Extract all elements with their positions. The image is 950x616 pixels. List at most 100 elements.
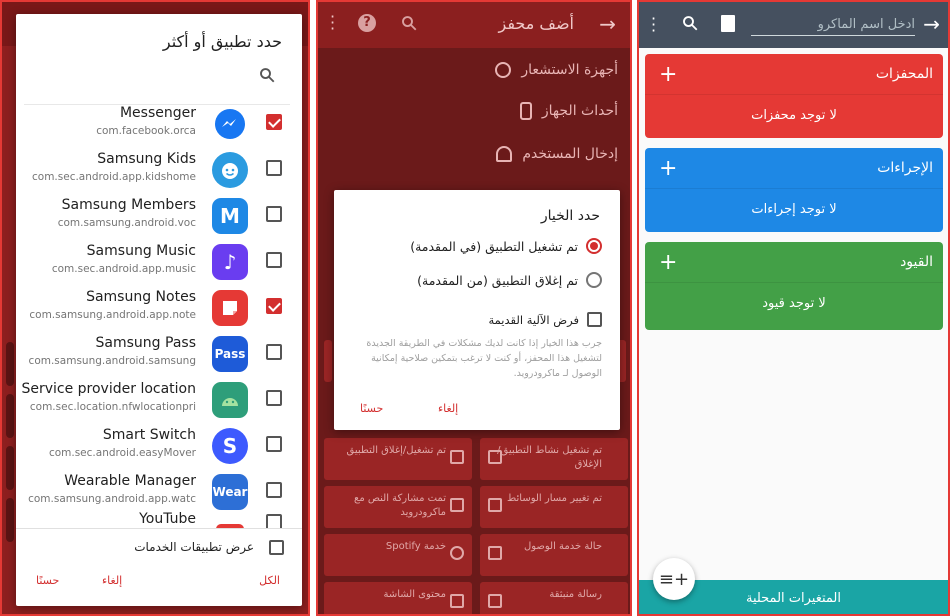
search-icon[interactable]: [400, 14, 418, 32]
back-arrow-icon[interactable]: →: [923, 12, 940, 36]
app-row[interactable]: Samsung Kids com.sec.android.app.kidshom…: [16, 148, 302, 194]
constraints-card[interactable]: القيود + لا توجد قيود: [645, 242, 943, 330]
app-checkbox[interactable]: [266, 436, 282, 452]
tile-label: خدمة Spotify: [385, 541, 446, 552]
trigger-tile[interactable]: تمت مشاركة النص مع ماكرودرويد: [324, 486, 472, 528]
select-option-dialog: حدد الخيار تم تشغيل التطبيق (في المقدمة)…: [334, 190, 620, 430]
app-name: Samsung Kids: [97, 151, 196, 167]
app-checkbox[interactable]: [266, 114, 282, 130]
trigger-tile[interactable]: رسالة منبثقة: [480, 582, 628, 614]
wear-icon: Wear: [212, 474, 248, 510]
toolbar: ··· →: [639, 2, 948, 48]
search-icon[interactable]: [681, 14, 699, 32]
category-sensors[interactable]: أجهزة الاستشعار: [495, 62, 618, 78]
add-action-icon[interactable]: +: [659, 156, 677, 181]
background-tile: [6, 498, 14, 542]
spotify-icon: [450, 546, 464, 560]
radio-selected[interactable]: [586, 238, 602, 254]
compass-icon: [495, 62, 512, 78]
cancel-button[interactable]: إلغاء: [102, 574, 122, 587]
queue-music-icon: [488, 498, 502, 512]
category-user-input[interactable]: إدخال المستخدم: [496, 146, 618, 162]
app-package: com.sec.android.easyMover: [48, 447, 196, 459]
tile-label: تم تشغيل/إغلاق التطبيق: [346, 445, 446, 456]
legacy-description: جرب هذا الخيار إذا كانت لديك مشكلات في ا…: [366, 338, 602, 379]
pass-icon: Pass: [212, 336, 248, 372]
category-device-events[interactable]: أحداث الجهاز: [519, 102, 618, 120]
app-checkbox[interactable]: [266, 160, 282, 176]
select-apps-dialog: حدد تطبيق أو أكثر Messenger com.facebook…: [16, 14, 302, 606]
app-row[interactable]: Messenger com.facebook.orca: [16, 102, 302, 148]
text-share-icon: [450, 498, 464, 512]
cancel-button[interactable]: إلغاء: [438, 402, 458, 415]
triggers-card[interactable]: المحفزات + لا توجد محفزات: [645, 54, 943, 138]
app-name: Samsung Notes: [86, 289, 196, 305]
app-row[interactable]: Service provider location com.sec.locati…: [16, 378, 302, 424]
trigger-tile[interactable]: تم تشغيل نشاط التطبيق/الإغلاق: [480, 438, 628, 480]
tile-label: تمت مشاركة النص مع ماكرودرويد: [354, 493, 446, 518]
empty-text: لا توجد إجراءات: [751, 202, 837, 217]
radio-unselected[interactable]: [586, 272, 602, 288]
window-icon: [488, 450, 502, 464]
playlist-add-icon[interactable]: ≡+: [653, 558, 695, 600]
trigger-tile[interactable]: تم تشغيل/إغلاق التطبيق: [324, 438, 472, 480]
app-row[interactable]: Samsung Music com.sec.android.app.music …: [16, 240, 302, 286]
document-icon[interactable]: [721, 15, 735, 32]
app-package: com.samsung.android.samsung: [28, 355, 196, 367]
trigger-tile[interactable]: خدمة Spotify: [324, 534, 472, 576]
app-checkbox[interactable]: [266, 482, 282, 498]
dialog-title: حدد الخيار: [540, 208, 600, 224]
overflow-menu-icon[interactable]: · · ·: [651, 11, 656, 39]
app-row[interactable]: YouTube: [16, 508, 302, 528]
screen-content-icon: [450, 594, 464, 608]
tile-label: محتوى الشاشة: [383, 589, 446, 600]
members-icon: M: [212, 198, 248, 234]
ok-button[interactable]: حسنًا: [360, 402, 383, 415]
actions-card[interactable]: الإجراءات + لا توجد إجراءات: [645, 148, 943, 232]
app-row[interactable]: Samsung Pass com.samsung.android.samsung…: [16, 332, 302, 378]
card-divider: [645, 282, 943, 283]
overflow-menu-icon[interactable]: · · ·: [330, 9, 335, 37]
legacy-mechanism-option[interactable]: فرض الآلية القديمة: [488, 312, 602, 327]
app-checkbox[interactable]: [266, 252, 282, 268]
app-checkbox[interactable]: [266, 344, 282, 360]
app-name: Smart Switch: [102, 427, 196, 443]
app-checkbox[interactable]: [266, 206, 282, 222]
app-row[interactable]: Samsung Notes com.samsung.android.app.no…: [16, 286, 302, 332]
add-constraint-icon[interactable]: +: [659, 250, 677, 275]
option-app-launched[interactable]: تم تشغيل التطبيق (في المقدمة): [410, 238, 602, 254]
tile-label: تم تغيير مسار الوسائط: [507, 493, 602, 504]
legacy-checkbox[interactable]: [587, 312, 602, 327]
card-divider: [645, 188, 943, 189]
trigger-tile[interactable]: محتوى الشاشة: [324, 582, 472, 614]
macro-name-input[interactable]: [751, 14, 915, 36]
macro-editor-panel: ··· → المحفزات + لا توجد محفزات الإجراءا…: [637, 0, 950, 616]
app-row[interactable]: Samsung Members com.samsung.android.voc …: [16, 194, 302, 240]
back-arrow-icon[interactable]: →: [599, 12, 616, 36]
app-name: Wearable Manager: [64, 473, 196, 489]
youtube-icon: [212, 520, 248, 528]
show-services-checkbox[interactable]: [269, 540, 284, 555]
ok-button[interactable]: حسنًا: [36, 574, 59, 587]
app-name: YouTube: [139, 511, 196, 527]
app-row[interactable]: Smart Switch com.sec.android.easyMover S: [16, 424, 302, 470]
app-checkbox[interactable]: [266, 514, 282, 528]
card-title: الإجراءات: [877, 160, 933, 176]
add-trigger-panel: → أضف محفز ? · · · أجهزة الاستشعار أحداث ا…: [316, 0, 632, 616]
trigger-tile[interactable]: حالة خدمة الوصول: [480, 534, 628, 576]
option-label: تم تشغيل التطبيق (في المقدمة): [410, 238, 578, 254]
background-tile: [6, 446, 14, 490]
select-all-button[interactable]: الكل: [259, 574, 280, 587]
option-app-closed[interactable]: تم إغلاق التطبيق (من المقدمة): [417, 272, 602, 288]
app-checkbox[interactable]: [266, 390, 282, 406]
open-in-new-icon: [450, 450, 464, 464]
help-icon[interactable]: ?: [358, 14, 376, 32]
category-label: إدخال المستخدم: [522, 146, 618, 162]
add-trigger-icon[interactable]: +: [659, 62, 677, 87]
tile-label: تم تشغيل نشاط التطبيق/الإغلاق: [497, 445, 602, 470]
search-icon[interactable]: [258, 66, 276, 84]
app-checkbox[interactable]: [266, 298, 282, 314]
music-icon: ♪: [212, 244, 248, 280]
app-package: com.samsung.android.app.note: [29, 309, 196, 321]
trigger-tile[interactable]: تم تغيير مسار الوسائط: [480, 486, 628, 528]
